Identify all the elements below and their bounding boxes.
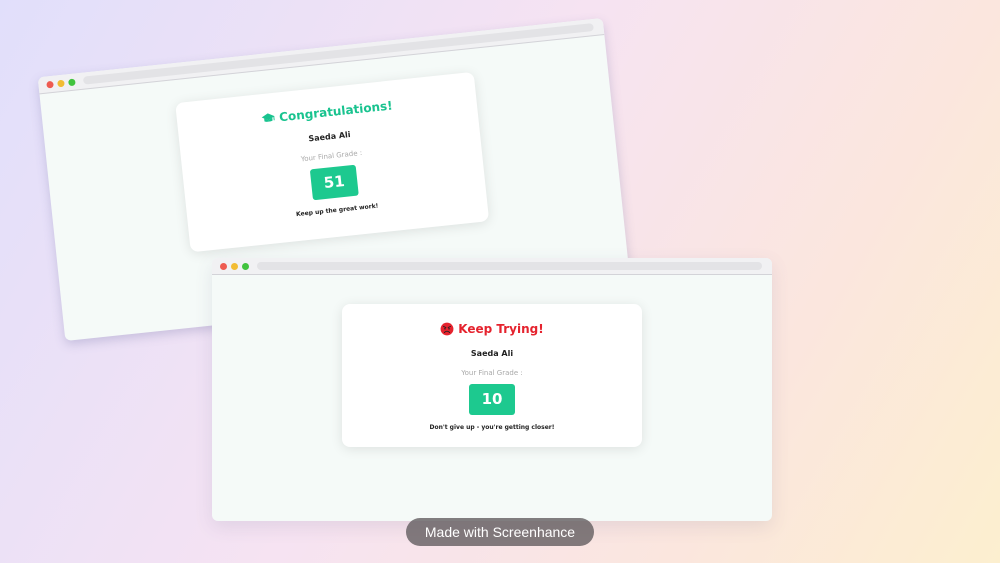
close-window-dot[interactable] — [46, 80, 54, 89]
screenhance-watermark: Made with Screenhance — [406, 518, 594, 546]
close-window-dot[interactable] — [220, 262, 227, 270]
browser-window-keep-trying: Keep Trying! Saeda Ali Your Final Grade … — [212, 258, 772, 521]
encouragement-message: Don't give up - you're getting closer! — [429, 424, 555, 431]
graduation-cap-icon — [261, 111, 276, 126]
address-bar[interactable] — [257, 262, 762, 270]
card-title: Keep Trying! — [342, 321, 642, 337]
minimize-window-dot[interactable] — [57, 79, 65, 87]
maximize-window-dot[interactable] — [242, 262, 249, 270]
grade-value-badge: 10 — [469, 384, 515, 415]
student-name: Saeda Ali — [470, 349, 514, 358]
grade-value-badge: 51 — [309, 164, 359, 201]
browser-titlebar — [37, 18, 605, 95]
sad-face-icon — [440, 322, 454, 336]
card-title-text: Keep Trying! — [458, 322, 544, 336]
browser-titlebar — [212, 258, 772, 275]
maximize-window-dot[interactable] — [68, 78, 76, 86]
address-bar[interactable] — [82, 23, 594, 85]
minimize-window-dot[interactable] — [231, 262, 238, 270]
card-title-text: Congratulations! — [278, 98, 394, 125]
grade-label: Your Final Grade : — [461, 369, 523, 377]
grade-card-congratulations: Congratulations! Saeda Ali Your Final Gr… — [175, 71, 490, 253]
grade-card-keep-trying: Keep Trying! Saeda Ali Your Final Grade … — [342, 304, 642, 447]
